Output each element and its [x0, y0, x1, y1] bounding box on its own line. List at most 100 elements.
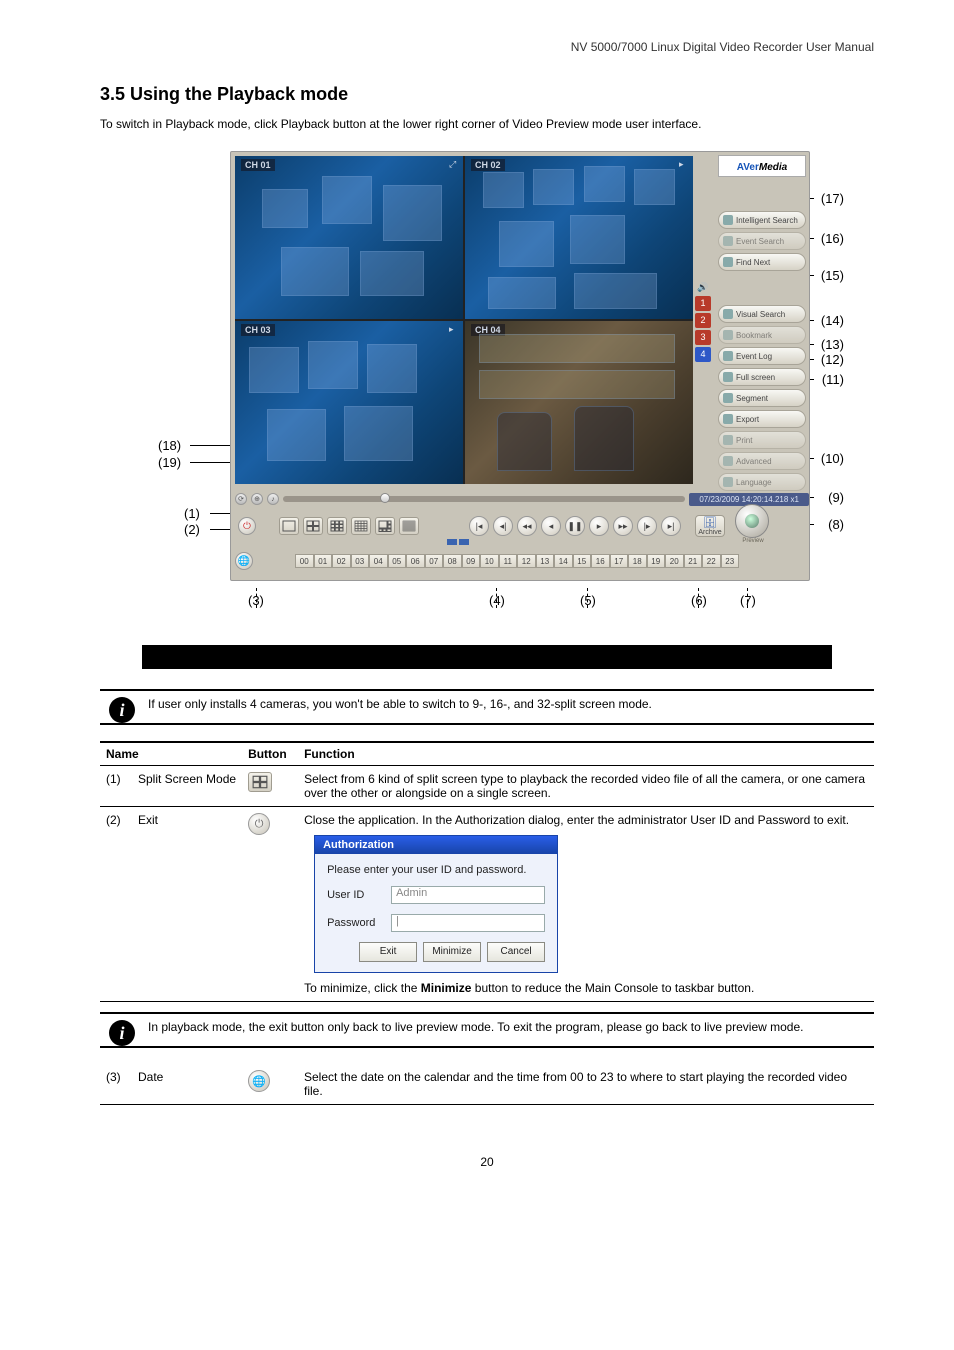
chan-select-2[interactable]: 2: [695, 313, 711, 328]
play-icon[interactable]: ▸: [679, 159, 689, 169]
caption-bar: [142, 645, 832, 669]
channel-selector: 🔊 1 2 3 4: [695, 282, 713, 362]
step-back-button[interactable]: ◂: [541, 516, 561, 536]
hour-cell[interactable]: 05: [388, 554, 407, 568]
next-button[interactable]: |▸: [637, 516, 657, 536]
hour-cell[interactable]: 17: [610, 554, 629, 568]
split-16-button[interactable]: [351, 517, 371, 535]
hour-cell[interactable]: 03: [351, 554, 370, 568]
split-32-button[interactable]: [399, 517, 419, 535]
preview-knob[interactable]: Preview: [735, 508, 771, 544]
hour-cell[interactable]: 20: [665, 554, 684, 568]
hour-cell[interactable]: 08: [443, 554, 462, 568]
split-9-button[interactable]: [327, 517, 347, 535]
authorization-dialog: Authorization Please enter your user ID …: [314, 835, 558, 973]
hour-cell[interactable]: 23: [721, 554, 740, 568]
archive-icon: 🗄: [703, 518, 717, 529]
row-name: Split Screen Mode: [132, 766, 242, 807]
hour-cell[interactable]: 02: [332, 554, 351, 568]
archive-button[interactable]: 🗄 Archive: [695, 515, 725, 537]
user-id-input[interactable]: Admin: [391, 886, 545, 904]
hour-cell[interactable]: 09: [462, 554, 481, 568]
full-screen-button[interactable]: Full screen: [718, 368, 806, 386]
hour-cell[interactable]: 14: [554, 554, 573, 568]
slider-handle[interactable]: [380, 493, 390, 503]
video-tile-ch01[interactable]: CH 01 ⤢: [235, 156, 463, 319]
th-name: Name: [100, 742, 242, 766]
info-icon: i: [100, 1014, 144, 1046]
expand-icon[interactable]: ⤢: [449, 159, 459, 169]
th-function: Function: [298, 742, 874, 766]
print-button[interactable]: Print: [718, 431, 806, 449]
exit-button[interactable]: ⏻: [238, 517, 256, 535]
hour-cell[interactable]: 21: [684, 554, 703, 568]
table-row: (1) Split Screen Mode Select from 6 kind…: [100, 766, 874, 807]
chan-select-1[interactable]: 1: [695, 296, 711, 311]
export-button[interactable]: Export: [718, 410, 806, 428]
page-number: 20: [100, 1155, 874, 1169]
hour-cell[interactable]: 04: [369, 554, 388, 568]
event-log-button[interactable]: Event Log: [718, 347, 806, 365]
hour-cell[interactable]: 19: [647, 554, 666, 568]
dialog-cancel-button[interactable]: Cancel: [487, 942, 545, 962]
dialog-exit-button[interactable]: Exit: [359, 942, 417, 962]
video-tile-ch04[interactable]: CH 04: [465, 321, 693, 484]
calendar-icon[interactable]: 🌐: [235, 552, 253, 570]
ffwd-button[interactable]: ▸▸: [613, 516, 633, 536]
hour-cell[interactable]: 00: [295, 554, 314, 568]
function-table: Name Button Function (1) Split Screen Mo…: [100, 741, 874, 1002]
callout-19: (19): [158, 455, 181, 470]
hour-cell[interactable]: 12: [517, 554, 536, 568]
dialog-minimize-button[interactable]: Minimize: [423, 942, 481, 962]
search-icon: [723, 236, 733, 246]
audio-icon[interactable]: 🔊: [695, 282, 711, 294]
callout-12: (12): [821, 352, 844, 367]
split-8-button[interactable]: [375, 517, 395, 535]
hour-cell[interactable]: 16: [591, 554, 610, 568]
prev-button[interactable]: ◂|: [493, 516, 513, 536]
language-button[interactable]: Language: [718, 473, 806, 491]
indicator-bar: [447, 539, 473, 547]
split-1-button[interactable]: [279, 517, 299, 535]
loop-icon[interactable]: ⟳: [235, 493, 247, 505]
progress-slider[interactable]: [283, 496, 685, 502]
hour-cell[interactable]: 06: [406, 554, 425, 568]
split-4-button[interactable]: [303, 517, 323, 535]
event-search-button[interactable]: Event Search: [718, 232, 806, 250]
rewind-button[interactable]: ◂◂: [517, 516, 537, 536]
segment-button[interactable]: Segment: [718, 389, 806, 407]
visual-search-button[interactable]: Visual Search: [718, 305, 806, 323]
hour-cell[interactable]: 18: [628, 554, 647, 568]
chan-select-4[interactable]: 4: [695, 347, 711, 362]
last-button[interactable]: ▸|: [661, 516, 681, 536]
pause-button[interactable]: ❚❚: [565, 516, 585, 536]
find-next-button[interactable]: Find Next: [718, 253, 806, 271]
password-input[interactable]: |: [391, 914, 545, 932]
chan-select-3[interactable]: 3: [695, 330, 711, 345]
hour-cell[interactable]: 15: [573, 554, 592, 568]
first-button[interactable]: |◂: [469, 516, 489, 536]
mute-icon[interactable]: ♪: [267, 493, 279, 505]
callout-8: (8): [828, 517, 844, 532]
hour-cell[interactable]: 22: [702, 554, 721, 568]
hour-cell[interactable]: 10: [480, 554, 499, 568]
seek-row: ⟳ ⊕ ♪ 07/23/2009 14:20:14.218 x1: [235, 492, 809, 506]
function-table: (3) Date 🌐 Select the date on the calend…: [100, 1064, 874, 1105]
callout-14: (14): [821, 313, 844, 328]
calendar-icon: 🌐: [248, 1070, 270, 1092]
hour-cell[interactable]: 01: [314, 554, 333, 568]
play-icon[interactable]: ▸: [449, 324, 459, 334]
hour-cell[interactable]: 13: [536, 554, 555, 568]
intelligent-search-button[interactable]: Intelligent Search: [718, 211, 806, 229]
dub-icon[interactable]: ⊕: [251, 493, 263, 505]
bookmark-button[interactable]: Bookmark: [718, 326, 806, 344]
advanced-button[interactable]: Advanced: [718, 452, 806, 470]
row-num: (2): [100, 807, 132, 1002]
table-row: (3) Date 🌐 Select the date on the calend…: [100, 1064, 874, 1105]
gear-icon: [723, 456, 733, 466]
video-tile-ch02[interactable]: CH 02 ▸: [465, 156, 693, 319]
hour-cell[interactable]: 11: [499, 554, 518, 568]
video-tile-ch03[interactable]: CH 03 ▸: [235, 321, 463, 484]
hour-cell[interactable]: 07: [425, 554, 444, 568]
play-button[interactable]: ▸: [589, 516, 609, 536]
